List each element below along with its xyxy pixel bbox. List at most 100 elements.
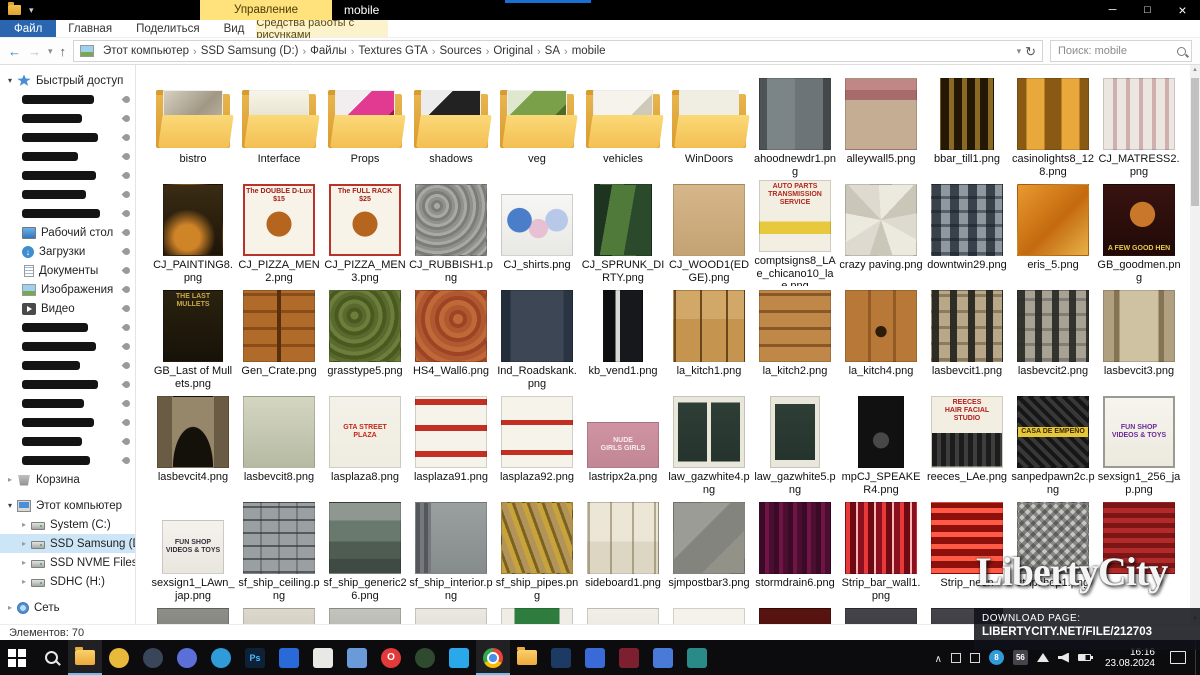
taskbar-app-app-discord[interactable] — [170, 640, 204, 675]
folder-item[interactable]: Interface — [236, 74, 322, 180]
file-item[interactable]: Ind_Roadskank.png — [494, 286, 580, 392]
file-item[interactable] — [580, 604, 666, 624]
sidebar-item-redacted[interactable] — [0, 185, 135, 204]
breadcrumb-segment[interactable]: Sources — [440, 45, 482, 57]
taskbar-app-app-steam[interactable] — [136, 640, 170, 675]
sidebar-item-drive-e[interactable]: ▸SSD NVME Files (E:) — [0, 553, 135, 572]
file-item[interactable]: lasplaza92.png — [494, 392, 580, 498]
search-input[interactable] — [1056, 44, 1177, 58]
file-item[interactable] — [322, 604, 408, 624]
tray-expand-icon[interactable] — [935, 649, 942, 667]
sidebar-item-drive-h[interactable]: ▸SDHC (H:) — [0, 572, 135, 591]
taskbar-app-app-green[interactable] — [408, 640, 442, 675]
start-button[interactable] — [0, 640, 34, 675]
sidebar-item-quick-access[interactable]: ▾Быстрый доступ — [0, 71, 135, 90]
taskbar-app-app-photos[interactable] — [272, 640, 306, 675]
file-item[interactable]: downtwin29.png — [924, 180, 1010, 286]
sidebar-item-desktop[interactable]: Рабочий стол — [0, 223, 135, 242]
chevron-right-icon[interactable]: ▸ — [22, 520, 31, 529]
forward-button[interactable] — [28, 45, 41, 58]
breadcrumb-segment[interactable]: SA — [545, 45, 560, 57]
refresh-icon[interactable] — [1025, 45, 1036, 58]
file-item[interactable]: The DOUBLE D-Lux $15CJ_PIZZA_MEN2.png — [236, 180, 322, 286]
file-item[interactable]: THE LAST MULLETSGB_Last of Mullets.png — [150, 286, 236, 392]
breadcrumb-segment[interactable]: Файлы — [310, 45, 347, 57]
file-item[interactable]: sjmpostbar3.png — [666, 498, 752, 604]
breadcrumb-segment[interactable]: Этот компьютер — [103, 45, 189, 57]
file-item[interactable]: EXIT→ ←EXIT — [666, 604, 752, 624]
file-item[interactable] — [408, 604, 494, 624]
file-item[interactable]: sf_ship_pipes.png — [494, 498, 580, 604]
close-button[interactable] — [1165, 0, 1200, 20]
file-item[interactable]: kb_vend1.png — [580, 286, 666, 392]
sidebar-item-recycle-bin[interactable]: ▸Корзина — [0, 470, 135, 489]
breadcrumb-segment[interactable]: mobile — [572, 45, 606, 57]
breadcrumb-segment[interactable]: Textures GTA — [358, 45, 427, 57]
chevron-right-icon[interactable]: ▸ — [22, 577, 31, 586]
file-item[interactable] — [150, 604, 236, 624]
sidebar-item-downloads[interactable]: Загрузки — [0, 242, 135, 261]
tray-icon[interactable] — [951, 653, 961, 663]
file-item[interactable]: CJ_MATRESS2.png — [1096, 74, 1182, 180]
sidebar-item-drive-d[interactable]: ▸SSD Samsung (D:) — [0, 534, 135, 553]
file-item[interactable]: NUDE GIRLS GIRLSlastripx2a.png — [580, 392, 666, 498]
sidebar-item-redacted[interactable] — [0, 166, 135, 185]
volume-icon[interactable] — [1058, 653, 1069, 663]
sidebar-item-drive-c[interactable]: ▸System (C:) — [0, 515, 135, 534]
file-item[interactable]: crazy paving.png — [838, 180, 924, 286]
tray-icon[interactable] — [970, 653, 980, 663]
file-item[interactable]: la_kitch4.png — [838, 286, 924, 392]
file-item[interactable]: AUTO PARTS TRANSMISSION SERVICEcomptsign… — [752, 180, 838, 286]
chevron-right-icon[interactable]: ▸ — [22, 558, 31, 567]
file-item[interactable]: law_gazwhite5.png — [752, 392, 838, 498]
up-button[interactable] — [60, 45, 67, 58]
file-item[interactable]: lasbevcit2.png — [1010, 286, 1096, 392]
file-item[interactable]: HS4_Wall6.png — [408, 286, 494, 392]
file-item[interactable]: The FULL RACK $25CJ_PIZZA_MEN3.png — [322, 180, 408, 286]
sidebar-item-this-pc[interactable]: ▾Этот компьютер — [0, 496, 135, 515]
taskbar-app-opera[interactable]: O — [374, 640, 408, 675]
chevron-down-icon[interactable]: ▾ — [8, 76, 17, 85]
file-item[interactable]: sideboard1.png — [580, 498, 666, 604]
file-item[interactable]: Strip_bar_wall1.png — [838, 498, 924, 604]
file-item[interactable]: CASA DE EMPEÑOsanpedpawn2c.png — [1010, 392, 1096, 498]
file-item[interactable]: CJ_PAINTING8.png — [150, 180, 236, 286]
file-item[interactable]: CJ_WOOD1(EDGE).png — [666, 180, 752, 286]
tab-Поделиться[interactable]: Поделиться — [124, 20, 212, 37]
contextual-tab-manage[interactable]: Управление — [200, 0, 332, 20]
folder-item[interactable]: WinDoors — [666, 74, 752, 180]
breadcrumb-segment[interactable]: Original — [493, 45, 533, 57]
taskbar-app-app-blue2[interactable] — [578, 640, 612, 675]
sidebar-item-redacted[interactable] — [0, 318, 135, 337]
search-box[interactable] — [1050, 40, 1192, 62]
folder-item[interactable]: bistro — [150, 74, 236, 180]
tray-badge[interactable]: 56 — [1013, 650, 1028, 665]
sidebar-item-redacted[interactable] — [0, 109, 135, 128]
file-item[interactable]: lasbevcit4.png — [150, 392, 236, 498]
taskbar-app-chrome[interactable] — [476, 640, 510, 675]
taskbar-search-button[interactable] — [34, 640, 68, 675]
tab-Вид[interactable]: Вид — [212, 20, 257, 37]
taskbar-app-app-telegram[interactable] — [204, 640, 238, 675]
taskbar-app-vscode[interactable] — [442, 640, 476, 675]
sidebar-item-redacted[interactable] — [0, 90, 135, 109]
tab-Главная[interactable]: Главная — [56, 20, 124, 37]
taskbar-app-app-folder2[interactable] — [510, 640, 544, 675]
chevron-right-icon[interactable]: ▸ — [22, 539, 31, 548]
chevron-down-icon[interactable]: ▾ — [8, 501, 17, 510]
file-item[interactable]: la_kitch2.png — [752, 286, 838, 392]
sidebar-item-pictures[interactable]: Изображения — [0, 280, 135, 299]
sidebar-item-redacted[interactable] — [0, 432, 135, 451]
file-item[interactable]: stormdrain6.png — [752, 498, 838, 604]
sidebar-item-redacted[interactable] — [0, 337, 135, 356]
chevron-right-icon[interactable]: ▸ — [8, 603, 17, 612]
file-item[interactable]: bbar_till1.png — [924, 74, 1010, 180]
network-icon[interactable] — [1037, 653, 1049, 662]
sidebar-item-redacted[interactable] — [0, 204, 135, 223]
file-item[interactable]: eris_5.png — [1010, 180, 1096, 286]
address-bar[interactable]: Этот компьютерSSD Samsung (D:)ФайлыTextu… — [73, 40, 1043, 62]
file-item[interactable]: FUN SHOP VIDEOS & TOYSsexsign1_LAwn_jap.… — [150, 498, 236, 604]
sidebar-item-network[interactable]: ▸Сеть — [0, 598, 135, 617]
sidebar-item-redacted[interactable] — [0, 356, 135, 375]
taskbar-app-app-yellow[interactable] — [102, 640, 136, 675]
